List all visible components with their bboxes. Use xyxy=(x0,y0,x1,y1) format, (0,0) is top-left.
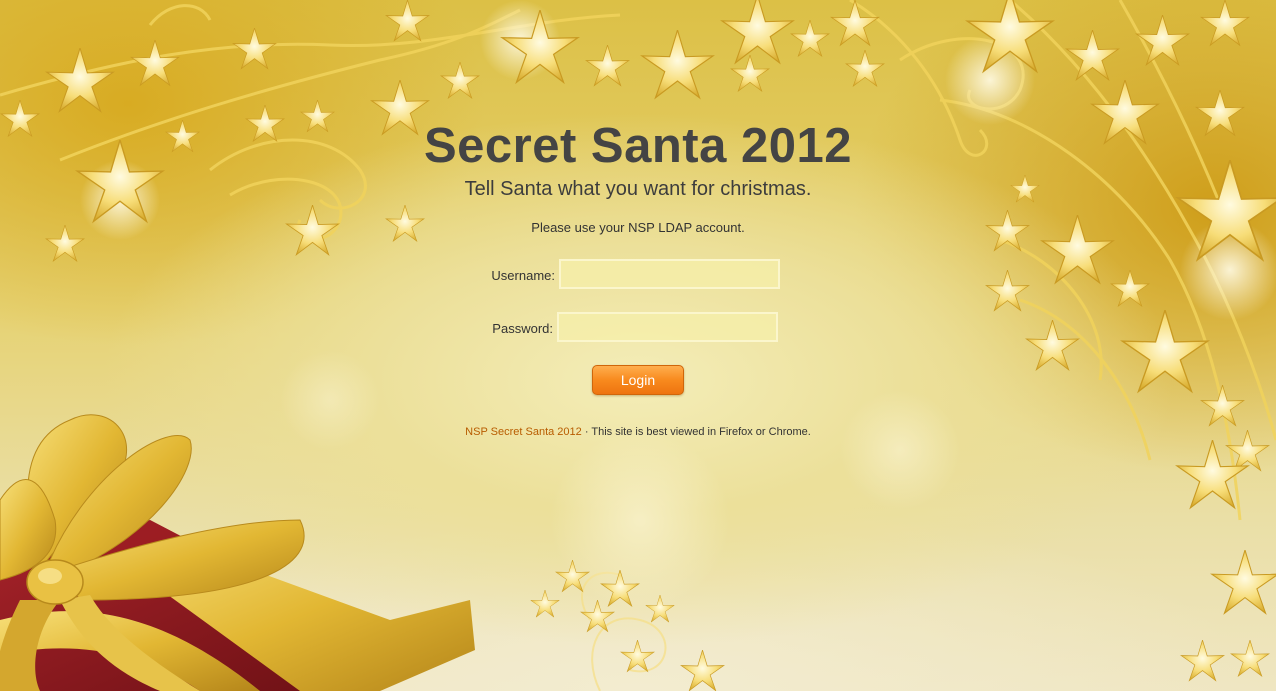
footer-separator: · xyxy=(581,426,592,438)
page-subtitle: Tell Santa what you want for christmas. xyxy=(464,178,812,200)
page-title: Secret Santa 2012 xyxy=(424,119,852,173)
username-input[interactable] xyxy=(559,259,780,289)
footer-browser-note: This site is best viewed in Firefox or C… xyxy=(591,426,811,438)
username-label: Username: xyxy=(491,268,555,283)
footer-brand-link[interactable]: NSP Secret Santa 2012 xyxy=(465,426,582,438)
footer: NSP Secret Santa 2012 · This site is bes… xyxy=(0,426,1276,438)
login-button[interactable]: Login xyxy=(592,365,684,395)
gift-box-illustration xyxy=(0,414,475,691)
login-instructions: Please use your NSP LDAP account. xyxy=(531,220,745,235)
password-input[interactable] xyxy=(557,312,778,342)
password-label: Password: xyxy=(492,321,553,336)
decorative-background xyxy=(0,0,1276,691)
